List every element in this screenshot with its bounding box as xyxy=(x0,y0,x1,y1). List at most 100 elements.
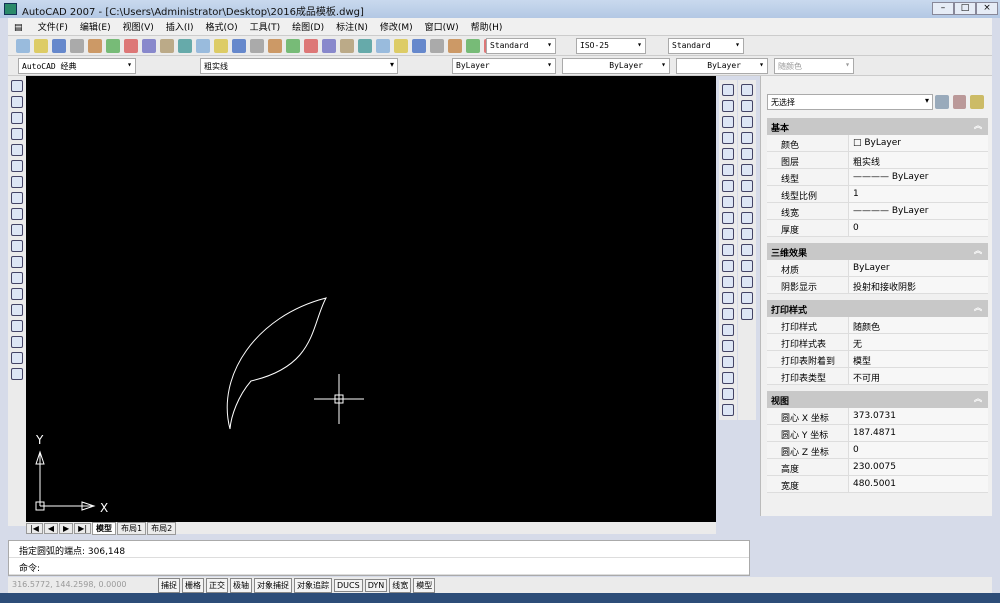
toolbar-tool-icon[interactable] xyxy=(358,39,372,53)
status-toggle-button[interactable]: DUCS xyxy=(334,579,363,592)
property-value[interactable]: □ ByLayer xyxy=(849,135,988,151)
tool-icon[interactable] xyxy=(722,116,734,128)
toolbar-tool-icon[interactable] xyxy=(322,39,336,53)
menu-modify[interactable]: 修改(M) xyxy=(374,18,419,35)
tool-icon[interactable] xyxy=(722,84,734,96)
toolbar-tool-icon[interactable] xyxy=(232,39,246,53)
property-value[interactable]: ———— ByLayer xyxy=(849,169,988,185)
toolbar-tool-icon[interactable] xyxy=(106,39,120,53)
property-value[interactable]: 无 xyxy=(849,334,988,350)
tool-icon[interactable] xyxy=(741,308,753,320)
tool-icon[interactable] xyxy=(741,212,753,224)
tool-icon[interactable] xyxy=(722,196,734,208)
tool-icon[interactable] xyxy=(722,180,734,192)
property-row[interactable]: 线型 ———— ByLayer xyxy=(767,169,988,186)
property-row[interactable]: 圆心 Y 坐标 187.4871 xyxy=(767,425,988,442)
workspace-select[interactable]: AutoCAD 经典 xyxy=(18,58,136,74)
tool-icon[interactable] xyxy=(722,228,734,240)
menu-dimension[interactable]: 标注(N) xyxy=(330,18,374,35)
command-prompt[interactable]: 命令: xyxy=(9,558,749,575)
tab-prev[interactable]: ◀ xyxy=(43,523,59,534)
menu-tools[interactable]: 工具(T) xyxy=(244,18,287,35)
tool-icon[interactable] xyxy=(741,276,753,288)
tool-icon[interactable] xyxy=(11,352,23,364)
close-button[interactable]: × xyxy=(976,2,998,15)
tool-icon[interactable] xyxy=(11,96,23,108)
toolbar-tool-icon[interactable] xyxy=(286,39,300,53)
toolbar-tool-icon[interactable] xyxy=(250,39,264,53)
tool-icon[interactable] xyxy=(11,320,23,332)
property-value[interactable]: 0 xyxy=(849,220,988,236)
tab-next[interactable]: ▶ xyxy=(59,523,74,534)
property-value[interactable]: 投射和接收阴影 xyxy=(849,277,988,293)
drawing-canvas[interactable]: Y X xyxy=(26,76,716,522)
menu-view[interactable]: 视图(V) xyxy=(117,18,160,35)
select-objects-icon[interactable] xyxy=(952,95,967,109)
menu-help[interactable]: 帮助(H) xyxy=(465,18,509,35)
status-toggle-button[interactable]: 对象捕捉 xyxy=(254,578,292,593)
status-toggle-button[interactable]: 捕捉 xyxy=(158,578,180,593)
tab-layout1[interactable]: 布局1 xyxy=(117,522,147,535)
tool-icon[interactable] xyxy=(11,288,23,300)
toolbar-tool-icon[interactable] xyxy=(160,39,174,53)
property-row[interactable]: 圆心 Z 坐标 0 xyxy=(767,442,988,459)
toolbar-tool-icon[interactable] xyxy=(178,39,192,53)
property-value[interactable]: 1 xyxy=(849,186,988,202)
property-row[interactable]: 打印表类型 不可用 xyxy=(767,368,988,385)
status-toggle-button[interactable]: 对象追踪 xyxy=(294,578,332,593)
property-value[interactable]: 230.0075 xyxy=(849,459,988,475)
plotstyle-select[interactable]: 随颜色 xyxy=(774,58,854,74)
tool-icon[interactable] xyxy=(722,404,734,416)
tool-icon[interactable] xyxy=(722,276,734,288)
tool-icon[interactable] xyxy=(741,164,753,176)
tool-icon[interactable] xyxy=(722,388,734,400)
status-toggle-button[interactable]: 正交 xyxy=(206,578,228,593)
selection-select[interactable]: 无选择 xyxy=(767,94,934,110)
tool-icon[interactable] xyxy=(11,304,23,316)
lineweight-select[interactable]: ByLayer xyxy=(676,58,768,74)
tool-icon[interactable] xyxy=(11,208,23,220)
property-value[interactable]: 粗实线 xyxy=(849,152,988,168)
toolbar-tool-icon[interactable] xyxy=(52,39,66,53)
tool-icon[interactable] xyxy=(11,272,23,284)
tool-icon[interactable] xyxy=(722,308,734,320)
toolbar-tool-icon[interactable] xyxy=(196,39,210,53)
table-style-select[interactable]: Standard xyxy=(668,38,744,54)
tool-icon[interactable] xyxy=(722,244,734,256)
layer-select[interactable]: 粗实线 xyxy=(200,58,398,74)
tool-icon[interactable] xyxy=(741,196,753,208)
tool-icon[interactable] xyxy=(722,340,734,352)
text-style-select[interactable]: Standard xyxy=(486,38,556,54)
tool-icon[interactable] xyxy=(11,112,23,124)
section-header[interactable]: 三维效果 xyxy=(767,243,988,260)
tool-icon[interactable] xyxy=(741,116,753,128)
toolbar-tool-icon[interactable] xyxy=(88,39,102,53)
quick-select-icon[interactable] xyxy=(935,95,949,109)
tool-icon[interactable] xyxy=(741,84,753,96)
toolbar-tool-icon[interactable] xyxy=(466,39,480,53)
menu-file[interactable]: 文件(F) xyxy=(32,18,74,35)
tool-icon[interactable] xyxy=(11,368,23,380)
section-header[interactable]: 打印样式 xyxy=(767,300,988,317)
tab-last[interactable]: ▶| xyxy=(74,523,92,534)
tool-icon[interactable] xyxy=(11,224,23,236)
toolbar-tool-icon[interactable] xyxy=(268,39,282,53)
property-value[interactable]: 480.5001 xyxy=(849,476,988,492)
status-toggle-button[interactable]: 线宽 xyxy=(389,578,412,593)
property-value[interactable]: ByLayer xyxy=(849,260,988,276)
menu-edit[interactable]: 编辑(E) xyxy=(74,18,117,35)
toolbar-tool-icon[interactable] xyxy=(142,39,156,53)
toolbar-tool-icon[interactable] xyxy=(34,39,48,53)
tool-icon[interactable] xyxy=(741,244,753,256)
tool-icon[interactable] xyxy=(741,180,753,192)
dim-style-select[interactable]: ISO-25 xyxy=(576,38,646,54)
property-row[interactable]: 圆心 X 坐标 373.0731 xyxy=(767,408,988,425)
tool-icon[interactable] xyxy=(722,372,734,384)
status-toggle-button[interactable]: 模型 xyxy=(413,578,436,593)
property-value[interactable]: 0 xyxy=(849,442,988,458)
section-header[interactable]: 基本 xyxy=(767,118,988,135)
property-row[interactable]: 图层 粗实线 xyxy=(767,152,988,169)
menu-window[interactable]: 窗口(W) xyxy=(419,18,465,35)
tool-icon[interactable] xyxy=(741,292,753,304)
tool-icon[interactable] xyxy=(741,228,753,240)
